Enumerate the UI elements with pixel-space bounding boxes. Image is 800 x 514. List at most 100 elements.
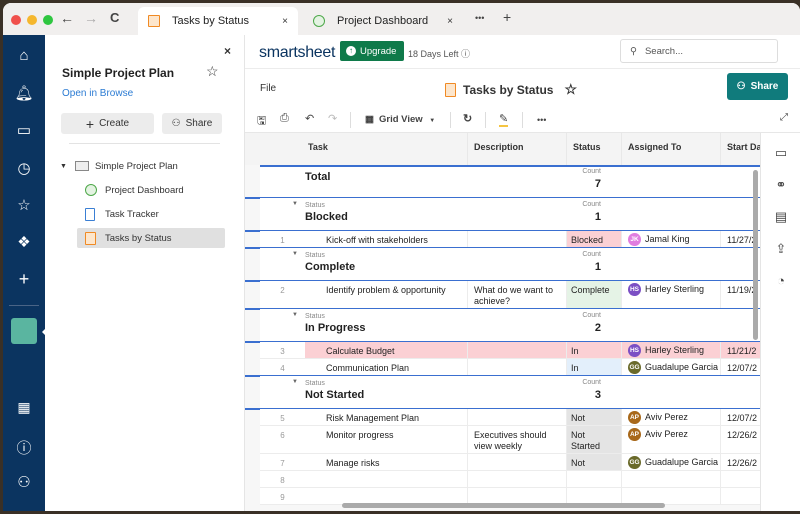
maximize-window-button[interactable] <box>43 15 53 25</box>
status-cell[interactable]: Blocked <box>567 231 622 248</box>
file-menu[interactable]: File <box>260 83 276 94</box>
tree-item-project-dashboard[interactable]: Project Dashboard <box>85 180 184 200</box>
print-icon[interactable]: ⎙ <box>280 112 289 125</box>
smartsheet-logo[interactable]: smartsheet <box>259 44 335 62</box>
status-cell[interactable]: In Progress <box>567 342 622 359</box>
reload-button[interactable]: C <box>110 10 119 25</box>
status-cell[interactable]: Complete <box>567 281 622 309</box>
caret-down-icon[interactable]: ▼ <box>292 201 298 207</box>
clock-icon[interactable]: ◷ <box>3 159 45 177</box>
description-cell[interactable] <box>468 231 567 248</box>
table-row[interactable]: 3Calculate Budget In Progress HS Harley Ste… <box>245 342 760 359</box>
redo-icon[interactable]: ↷ <box>328 112 337 125</box>
tab-close-button[interactable]: × <box>447 16 453 27</box>
assigned-to-cell[interactable]: JK Jamal King <box>622 231 721 248</box>
favorite-star-icon[interactable]: ☆ <box>564 81 577 98</box>
table-row[interactable]: 5Risk Management Plan Not Started AP Aviv P… <box>245 409 760 426</box>
minimize-window-button[interactable] <box>27 15 37 25</box>
start-date-cell[interactable]: 12/07/2 <box>721 359 760 376</box>
caret-down-icon[interactable]: ▼ <box>292 312 298 318</box>
tab-project-dashboard[interactable]: Project Dashboard × <box>303 7 463 35</box>
table-row[interactable]: 1 Kick-off with stakeholders Blocked JK Jama… <box>245 231 760 248</box>
caret-down-icon[interactable]: ▼ <box>292 251 298 257</box>
info-icon[interactable]: ⓘ <box>461 49 470 59</box>
activity-icon[interactable]: ◔ <box>761 273 800 288</box>
assigned-to-cell[interactable]: HS Harley Sterling <box>622 281 721 309</box>
tree-item-task-tracker[interactable]: Task Tracker <box>85 204 159 224</box>
expand-icon[interactable]: ⤢ <box>780 112 788 123</box>
close-panel-button[interactable]: × <box>224 44 231 58</box>
forward-button[interactable]: → <box>84 10 98 26</box>
caret-down-icon[interactable]: ▼ <box>292 379 298 385</box>
empty-cell[interactable] <box>305 471 468 488</box>
comments-icon[interactable]: ▭ <box>761 145 800 161</box>
plus-icon[interactable]: + <box>3 269 45 290</box>
start-date-cell[interactable]: 12/26/2 <box>721 426 760 454</box>
description-cell[interactable] <box>468 342 567 359</box>
favorite-star-icon[interactable]: ☆ <box>206 63 219 80</box>
task-cell[interactable]: Calculate Budget <box>305 342 468 359</box>
horizontal-scrollbar[interactable] <box>342 503 665 508</box>
refresh-icon[interactable]: ↻ <box>463 112 472 125</box>
workspace-icon[interactable] <box>11 318 37 344</box>
upload-icon[interactable]: ⇪ <box>761 241 800 257</box>
new-tab-button[interactable]: + <box>503 9 511 25</box>
start-date-cell[interactable]: 12/07/2 <box>721 409 760 426</box>
column-header-assigned-to[interactable]: Assigned To <box>622 133 721 165</box>
description-cell[interactable] <box>468 359 567 376</box>
tab-close-button[interactable]: × <box>282 16 288 27</box>
table-row[interactable]: 7Manage risks Not Started GG Guadalupe Garc… <box>245 454 760 471</box>
empty-cell[interactable] <box>721 488 760 505</box>
tab-tasks-by-status[interactable]: Tasks by Status × <box>138 7 298 35</box>
start-date-cell[interactable]: 11/21/2 <box>721 342 760 359</box>
column-header-status[interactable]: Status <box>567 133 622 165</box>
solutions-icon[interactable]: ❖ <box>3 233 45 251</box>
open-in-browse-link[interactable]: Open in Browse <box>62 88 133 99</box>
task-cell[interactable]: Kick-off with stakeholders <box>305 231 468 248</box>
task-cell[interactable]: Identify problem & opportunity <box>305 281 468 309</box>
table-row[interactable]: 4Communication Plan In Progress GG Guadalup… <box>245 359 760 376</box>
task-cell[interactable]: Communication Plan <box>305 359 468 376</box>
assigned-to-cell[interactable]: GG Guadalupe Garcia <box>622 359 721 376</box>
assigned-to-cell[interactable]: GG Guadalupe Garcia <box>622 454 721 471</box>
task-cell[interactable]: Risk Management Plan <box>305 409 468 426</box>
attachment-icon[interactable]: ⚭ <box>761 177 800 193</box>
column-header-description[interactable]: Description <box>468 133 567 165</box>
description-cell[interactable]: Executives should view weekly <box>468 426 567 454</box>
table-row[interactable]: 8 <box>245 471 760 488</box>
back-button[interactable]: ← <box>60 10 74 26</box>
column-header-task[interactable]: Task <box>245 133 468 165</box>
assigned-to-cell[interactable]: HS Harley Sterling <box>622 342 721 359</box>
vertical-scrollbar[interactable] <box>753 170 758 340</box>
empty-cell[interactable] <box>622 471 721 488</box>
description-cell[interactable] <box>468 409 567 426</box>
undo-icon[interactable]: ↶ <box>305 112 314 125</box>
start-date-cell[interactable]: 12/26/2 <box>721 454 760 471</box>
save-icon[interactable]: 🖫︎ <box>257 112 266 131</box>
create-button[interactable]: + Create <box>61 113 154 134</box>
share-button[interactable]: ⚇ Share <box>727 73 788 100</box>
empty-cell[interactable] <box>567 471 622 488</box>
star-icon[interactable]: ☆ <box>3 196 45 214</box>
tab-overflow-button[interactable]: ••• <box>475 13 484 23</box>
panel-share-button[interactable]: ⚇ Share <box>162 113 222 134</box>
help-icon[interactable]: ⓘ <box>3 437 45 458</box>
description-cell[interactable] <box>468 454 567 471</box>
apps-icon[interactable]: ▦ <box>3 399 45 416</box>
empty-cell[interactable] <box>721 471 760 488</box>
status-cell[interactable]: Not Started <box>567 426 622 454</box>
tree-item-tasks-by-status[interactable]: Tasks by Status <box>77 228 225 248</box>
assigned-to-cell[interactable]: AP Aviv Perez <box>622 426 721 454</box>
upgrade-button[interactable]: ↑ Upgrade <box>340 41 405 61</box>
assigned-to-cell[interactable]: AP Aviv Perez <box>622 409 721 426</box>
account-icon[interactable]: ⚇ <box>3 473 45 491</box>
empty-cell[interactable] <box>468 471 567 488</box>
publish-icon[interactable]: ▤ <box>761 209 800 225</box>
search-input[interactable]: ⚲ Search... <box>620 39 778 63</box>
status-cell[interactable]: Not Started <box>567 454 622 471</box>
close-window-button[interactable] <box>11 15 21 25</box>
grid-view-dropdown[interactable]: ▦ Grid View ▼ <box>365 114 435 125</box>
description-cell[interactable]: What do we want to achieve? <box>468 281 567 309</box>
highlight-icon[interactable]: ✎ <box>499 112 509 127</box>
task-cell[interactable]: Manage risks <box>305 454 468 471</box>
